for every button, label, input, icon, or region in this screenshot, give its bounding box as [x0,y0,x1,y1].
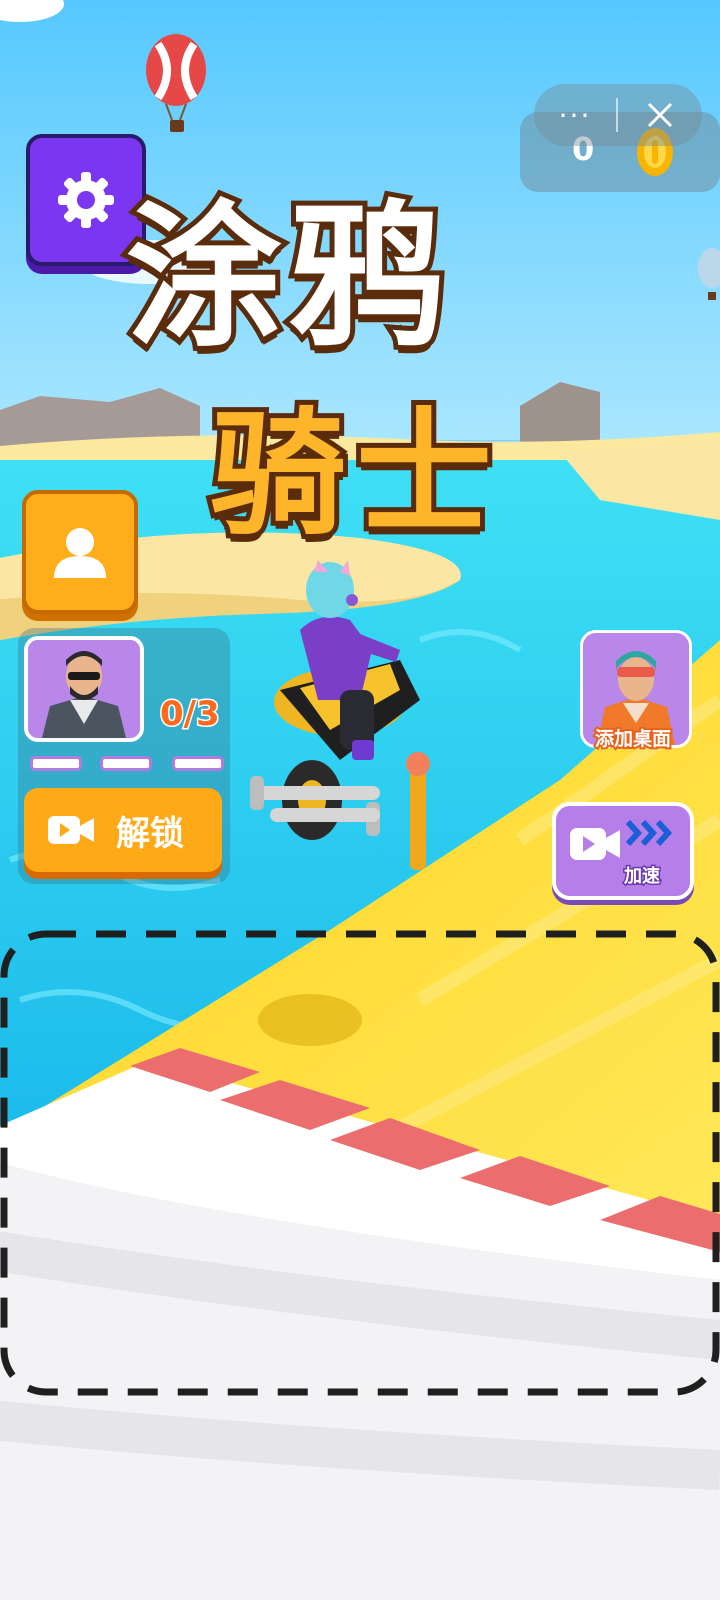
character-portrait [28,640,140,738]
chevrons-icon [626,820,673,846]
speed-up-button[interactable] [552,802,694,900]
progress-segment [30,756,82,771]
gear-icon [58,172,114,228]
unlock-button[interactable]: 解锁 [24,788,222,872]
game-title-line2: 骑士 [205,391,502,559]
game-title-line1: 涂鸦 [121,181,450,373]
close-button[interactable] [618,100,702,130]
video-icon [48,816,94,844]
profile-button[interactable] [22,490,138,614]
mini-program-capsule: ··· [534,84,702,146]
more-menu-button[interactable]: ··· [534,99,616,132]
video-icon [570,828,620,860]
progress-segment [100,756,152,771]
speed-up-label: 加速 [623,865,662,889]
character-avatar[interactable] [24,636,144,742]
user-icon [54,528,106,578]
unlock-progress: 0/3 [159,693,222,736]
add-to-desktop-label: 添加桌面 [593,726,673,752]
draw-zone[interactable] [4,934,716,1392]
close-icon [647,102,673,128]
unlock-label: 解锁 [116,813,184,854]
progress-segment [172,756,224,771]
pole-top [406,752,430,776]
track-pole [410,770,426,870]
